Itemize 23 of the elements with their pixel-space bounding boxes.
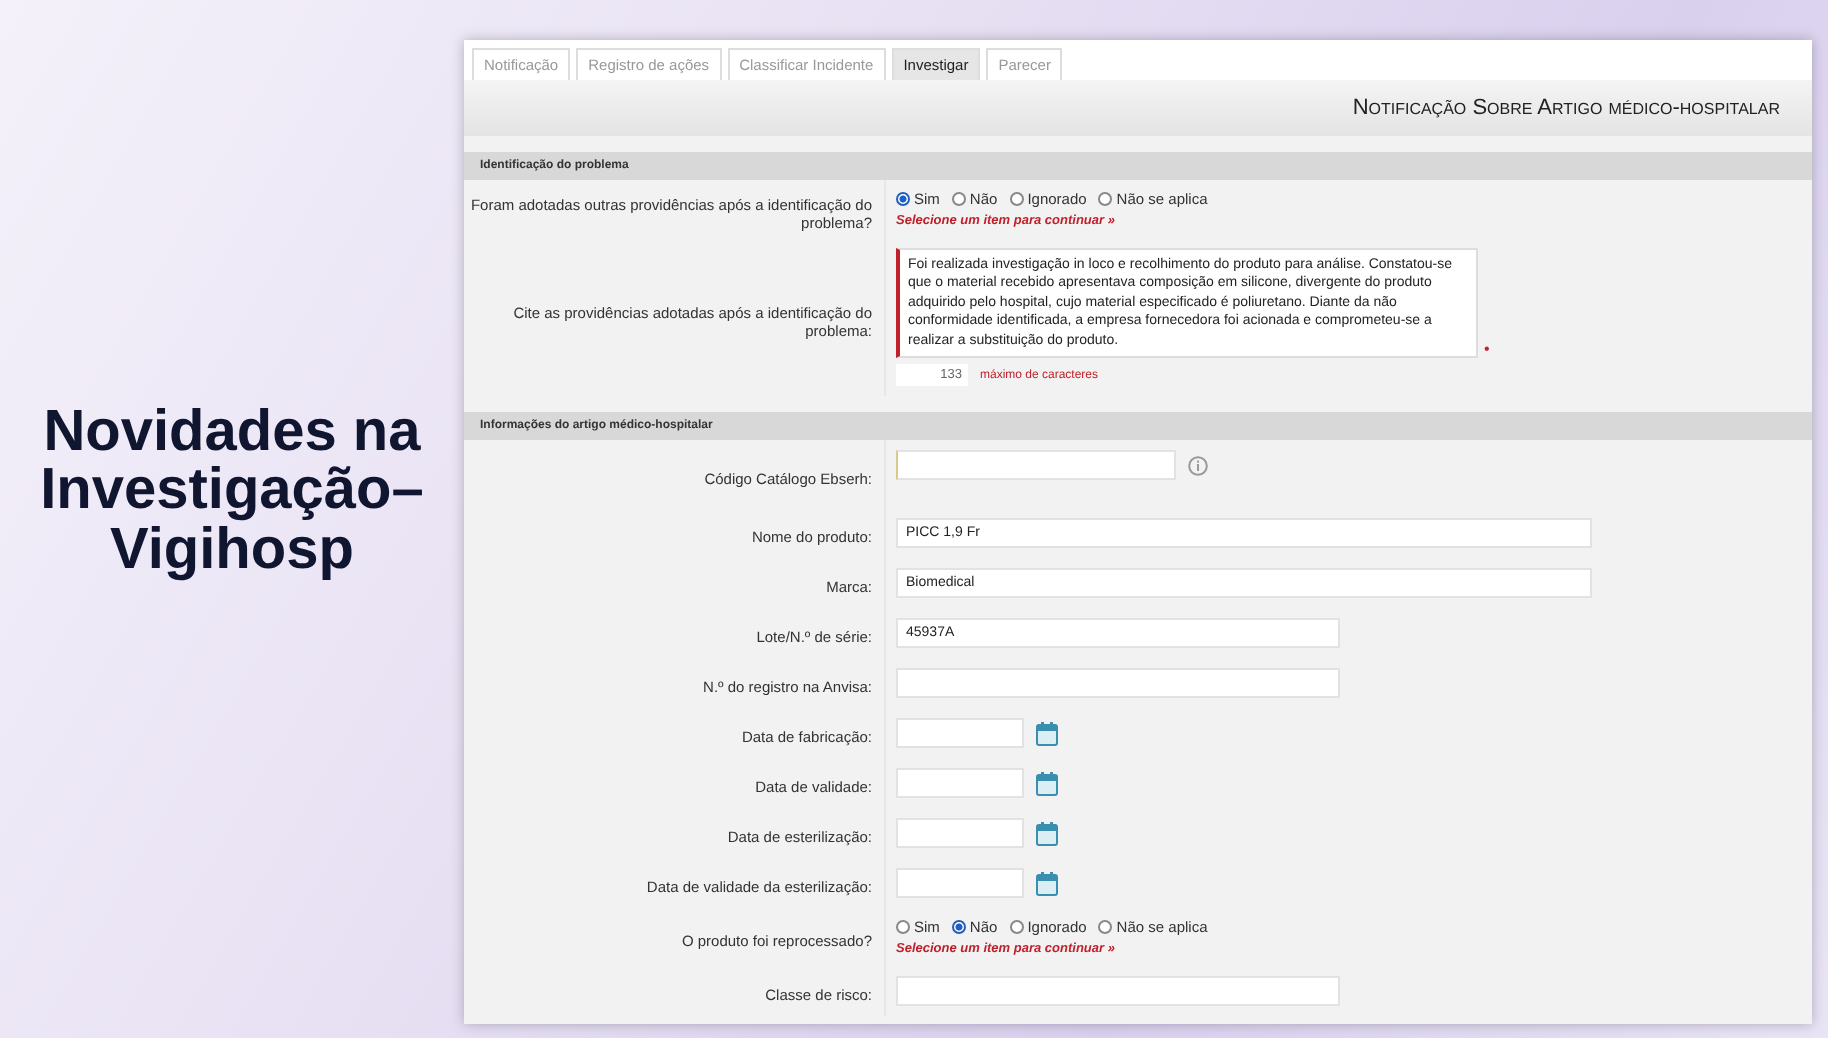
date-field[interactable] bbox=[896, 768, 1024, 799]
radio-button[interactable] bbox=[951, 192, 966, 206]
calendar-icon[interactable] bbox=[1036, 721, 1058, 746]
date-field[interactable] bbox=[896, 718, 1024, 749]
input-field[interactable] bbox=[896, 450, 1176, 481]
info-icon[interactable] bbox=[1188, 455, 1208, 476]
input-field[interactable] bbox=[896, 668, 1340, 699]
input-field[interactable] bbox=[896, 976, 1340, 1007]
calendar-icon[interactable] bbox=[1036, 821, 1058, 846]
radio-button[interactable] bbox=[1009, 192, 1024, 206]
radio-button[interactable] bbox=[1098, 192, 1113, 206]
calendar-icon[interactable] bbox=[1036, 771, 1058, 796]
form-title: Notificação Sobre Artigo médico-hospitalar bbox=[1352, 96, 1780, 120]
slide-title: Novidades na Investigação–Vigihosp bbox=[38, 403, 426, 581]
radio-button[interactable] bbox=[896, 192, 910, 206]
calendar-icon[interactable] bbox=[1036, 871, 1058, 896]
radio-button[interactable] bbox=[896, 920, 910, 935]
required-mark: • bbox=[1484, 340, 1490, 359]
radio-button[interactable] bbox=[1009, 920, 1024, 935]
date-field[interactable] bbox=[896, 868, 1024, 899]
radio-button[interactable] bbox=[1098, 920, 1113, 935]
date-field[interactable] bbox=[896, 818, 1024, 849]
radio-button[interactable] bbox=[951, 920, 966, 935]
